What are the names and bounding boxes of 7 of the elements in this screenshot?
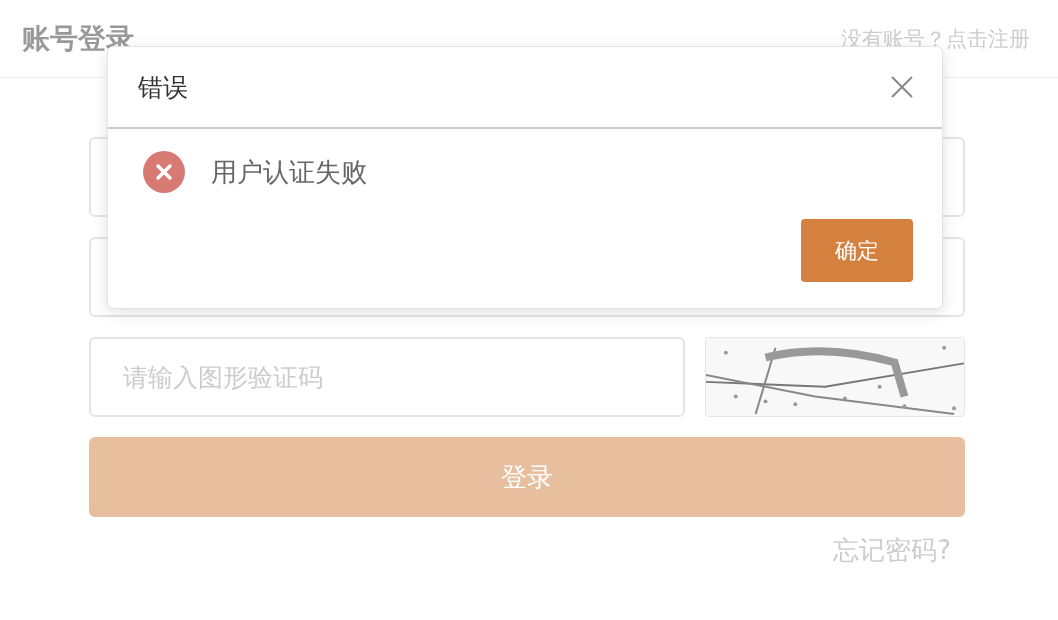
login-button[interactable]: 登录 (89, 437, 965, 517)
close-icon (890, 75, 914, 99)
error-icon (143, 151, 185, 193)
dialog-title: 错误 (138, 71, 188, 104)
error-message: 用户认证失败 (211, 155, 367, 189)
confirm-button[interactable]: 确定 (801, 219, 913, 282)
close-button[interactable] (890, 75, 914, 99)
